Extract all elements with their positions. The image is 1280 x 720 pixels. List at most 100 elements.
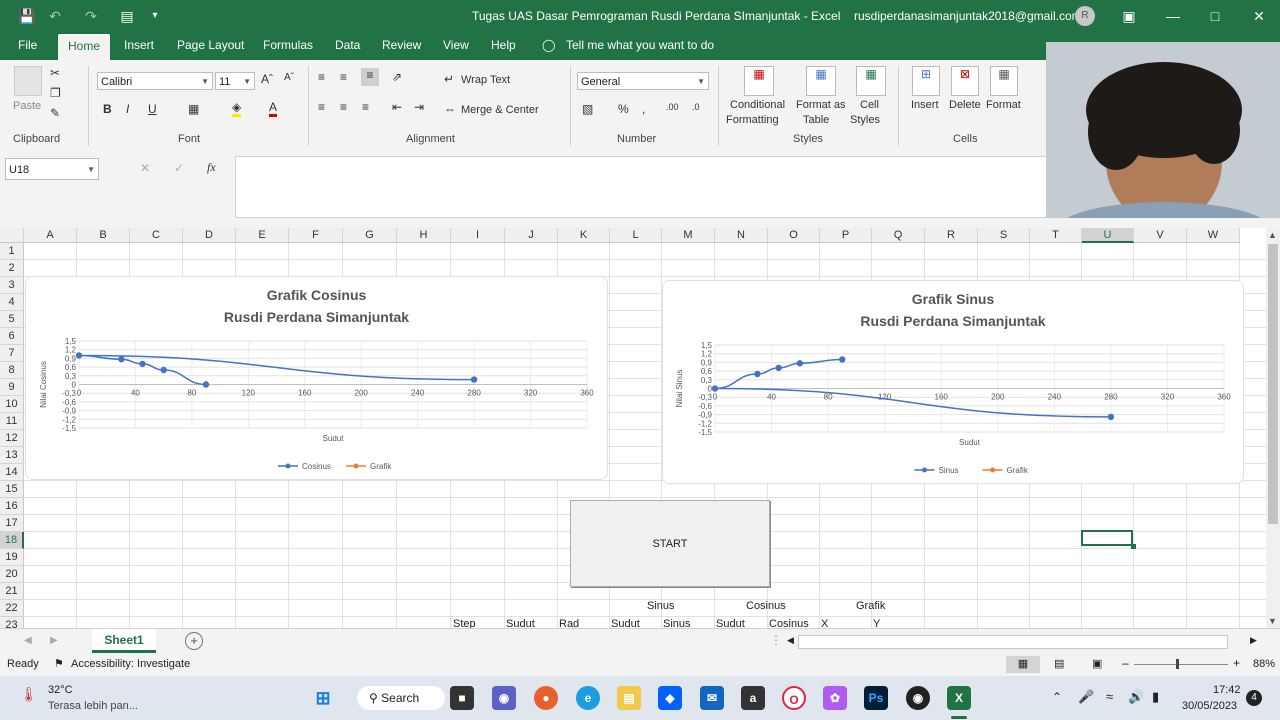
column-header-K[interactable]: K	[558, 228, 610, 243]
decrease-indent-icon[interactable]: ⇤	[392, 100, 402, 114]
increase-indent-icon[interactable]: ⇥	[414, 100, 424, 114]
horizontal-scroll-thumb[interactable]	[798, 635, 1228, 649]
redo-icon[interactable]: ↷	[82, 7, 100, 25]
row-header-2[interactable]: 2	[0, 260, 24, 277]
row-header-3[interactable]: 3	[0, 277, 24, 294]
row-header-22[interactable]: 22	[0, 600, 24, 617]
next-sheet-icon[interactable]: ▶	[50, 635, 58, 646]
close-icon[interactable]: ✕	[1250, 7, 1268, 25]
sheet-tab-sheet1[interactable]: Sheet1	[92, 629, 156, 653]
row-header-15[interactable]: 15	[0, 481, 24, 498]
column-header-S[interactable]: S	[978, 228, 1030, 243]
formula-input[interactable]	[235, 156, 1049, 218]
increase-font-icon[interactable]: Aˆ	[261, 72, 273, 86]
zoom-slider-thumb[interactable]	[1176, 659, 1179, 669]
insert-cells-button[interactable]: Insert	[911, 99, 939, 111]
task-view-icon[interactable]: ■	[450, 686, 474, 710]
mail-icon[interactable]: ✉	[700, 686, 724, 710]
scroll-down-icon[interactable]: ▼	[1268, 616, 1277, 626]
page-break-view-icon[interactable]: ▣	[1092, 657, 1102, 670]
fill-color-icon[interactable]: ◈	[232, 100, 242, 117]
selected-cell-U18[interactable]	[1081, 530, 1133, 546]
align-center-icon[interactable]: ≡	[340, 100, 347, 114]
undo-icon[interactable]: ↶	[46, 7, 64, 25]
format-cells-button[interactable]: Format	[986, 99, 1021, 111]
merge-center-button[interactable]: Merge & Center	[461, 104, 539, 116]
column-header-F[interactable]: F	[289, 228, 343, 243]
conditional-formatting-label-2[interactable]: Formatting	[726, 114, 779, 126]
row-header-1[interactable]: 1	[0, 243, 24, 260]
firefox-icon[interactable]: ●	[534, 686, 558, 710]
amazon-icon[interactable]: a	[741, 686, 765, 710]
column-header-J[interactable]: J	[505, 228, 558, 243]
column-header-C[interactable]: C	[130, 228, 183, 243]
volume-icon[interactable]: 🔊	[1128, 689, 1144, 705]
photoshop-icon[interactable]: Ps	[864, 686, 888, 710]
show-hidden-icons[interactable]: ⌃	[1052, 690, 1062, 704]
cell-K23[interactable]: Rad	[559, 618, 579, 628]
cut-icon[interactable]: ✂	[50, 66, 60, 80]
percent-icon[interactable]: %	[618, 102, 629, 116]
column-header-M[interactable]: M	[662, 228, 715, 243]
row-header-6[interactable]: 6	[0, 328, 24, 345]
column-header-U[interactable]: U	[1082, 228, 1134, 243]
chart-sinus[interactable]: Grafik Sinus Rusdi Perdana Simanjuntak 1…	[662, 280, 1244, 484]
column-header-T[interactable]: T	[1030, 228, 1082, 243]
cell-P23[interactable]: X	[821, 618, 828, 628]
weather-desc[interactable]: Terasa lebih pan...	[48, 700, 138, 712]
ribbon-display-icon[interactable]: ▣	[1120, 7, 1138, 25]
select-all-corner[interactable]	[0, 228, 24, 243]
row-header-12[interactable]: 12	[0, 430, 24, 447]
tab-data[interactable]: Data	[335, 38, 360, 52]
tab-formulas[interactable]: Formulas	[263, 38, 313, 52]
paste-icon[interactable]	[14, 66, 42, 96]
insert-function-icon[interactable]: fx	[207, 160, 216, 175]
scroll-up-icon[interactable]: ▲	[1268, 230, 1277, 240]
vertical-scroll-thumb[interactable]	[1268, 244, 1278, 524]
orientation-icon[interactable]: ⇗	[392, 70, 402, 84]
windows-start-icon[interactable]: ⊞	[311, 686, 335, 710]
wrap-text-button[interactable]: Wrap Text	[461, 74, 510, 86]
column-header-L[interactable]: L	[610, 228, 662, 243]
tab-page-layout[interactable]: Page Layout	[177, 38, 244, 52]
opera-icon[interactable]: O	[782, 686, 806, 710]
tell-me-search[interactable]: Tell me what you want to do	[566, 38, 714, 52]
format-as-table-label-1[interactable]: Format as	[796, 99, 846, 111]
battery-icon[interactable]: ▮	[1152, 689, 1159, 705]
column-header-O[interactable]: O	[768, 228, 820, 243]
row-header-7[interactable]: 7	[0, 345, 24, 362]
microphone-icon[interactable]: 🎤	[1078, 689, 1094, 705]
cell-N23[interactable]: Sudut	[716, 618, 745, 628]
tab-split-icon[interactable]: ⋮	[770, 633, 782, 647]
format-as-table-label-2[interactable]: Table	[803, 114, 829, 126]
align-bottom-icon[interactable]: ≡	[361, 68, 379, 86]
name-box[interactable]: U18 ▼	[5, 158, 99, 180]
vertical-scrollbar[interactable]: ▲ ▼	[1266, 228, 1280, 628]
cell-O23[interactable]: Cosinus	[769, 618, 809, 628]
italic-button[interactable]: I	[126, 102, 129, 116]
clock-date[interactable]: 30/05/2023	[1182, 700, 1237, 712]
worksheet-grid[interactable]: ABCDEFGHIJKLMNOPQRSTUVW 1 2 3 4 5 6 7 8 9 10 11 12 1…	[0, 228, 1266, 628]
row-header-20[interactable]: 20	[0, 566, 24, 583]
minimize-icon[interactable]: —	[1164, 7, 1182, 25]
row-header-5[interactable]: 5	[0, 311, 24, 328]
column-header-D[interactable]: D	[183, 228, 236, 243]
zoom-slider[interactable]	[1134, 664, 1228, 665]
underline-button[interactable]: U	[148, 102, 157, 116]
tab-view[interactable]: View	[443, 38, 469, 52]
enter-icon[interactable]: ✓	[174, 161, 184, 175]
scroll-left-icon[interactable]: ◀	[787, 635, 794, 646]
prev-sheet-icon[interactable]: ◀	[24, 635, 32, 646]
column-header-E[interactable]: E	[236, 228, 289, 243]
row-header-10[interactable]: 10	[0, 396, 24, 413]
form-icon[interactable]: ▤	[118, 7, 136, 25]
cancel-icon[interactable]: ✕	[140, 161, 150, 175]
file-explorer-icon[interactable]: ▤	[617, 686, 641, 710]
copy-icon[interactable]: ❐	[50, 86, 61, 100]
column-header-P[interactable]: P	[820, 228, 872, 243]
number-format-select[interactable]: General ▼	[577, 72, 709, 90]
cell-M22[interactable]: Sinus	[647, 600, 675, 612]
edge-icon[interactable]: e	[576, 686, 600, 710]
row-header-17[interactable]: 17	[0, 515, 24, 532]
tab-insert[interactable]: Insert	[124, 38, 154, 52]
